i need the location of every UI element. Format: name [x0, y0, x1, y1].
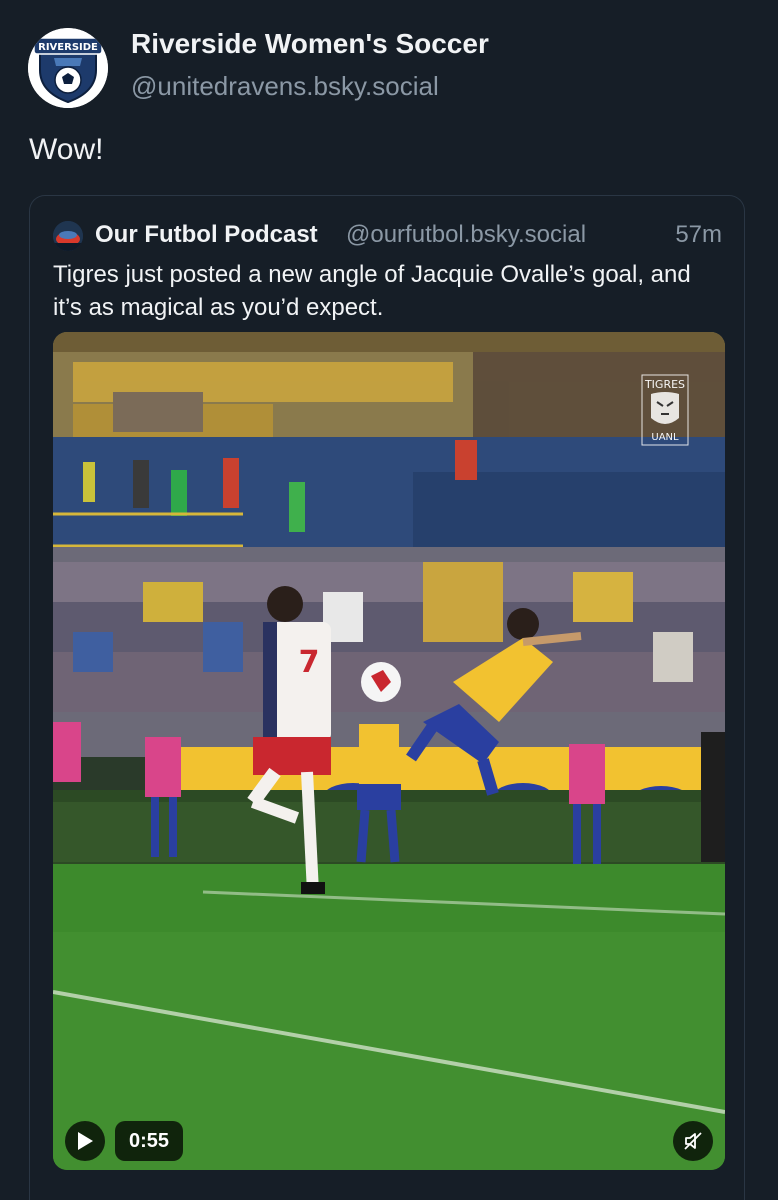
video-duration: 0:55 — [115, 1121, 184, 1161]
author-handle[interactable]: @unitedravens.bsky.social — [131, 71, 439, 102]
quote-author-name[interactable]: Our Futbol Podcast — [95, 221, 318, 249]
video-frame-soccer-scene: 7 — [53, 332, 725, 1170]
author-avatar[interactable]: RIVERSIDE — [28, 28, 108, 108]
quoted-post-card[interactable]: Our Futbol Podcast @ourfutbol.bsky.socia… — [29, 195, 745, 1200]
svg-text:TIGRES: TIGRES — [644, 378, 685, 391]
quote-text: Tigres just posted a new angle of Jacqui… — [53, 261, 691, 321]
tigres-logo-icon: TIGRES UANL — [641, 374, 689, 446]
bluesky-post: RIVERSIDE Riverside Women's Soccer @unit… — [0, 0, 778, 1200]
tigres-uanl-watermark: TIGRES UANL — [641, 374, 689, 446]
video-player[interactable]: 7 TIGRES UANL 0:55 — [53, 332, 725, 1170]
play-button[interactable] — [65, 1121, 105, 1161]
mute-toggle-button[interactable] — [673, 1121, 713, 1161]
quote-timestamp[interactable]: 57m — [675, 221, 722, 249]
post-text: Wow! — [29, 133, 104, 166]
riverside-crest-logo: RIVERSIDE — [28, 28, 108, 108]
quote-author-avatar[interactable] — [53, 221, 83, 251]
podcast-avatar-image — [53, 221, 83, 251]
quote-author-handle[interactable]: @ourfutbol.bsky.social — [346, 221, 586, 249]
speaker-muted-icon — [684, 1132, 702, 1150]
author-display-name[interactable]: Riverside Women's Soccer — [131, 28, 489, 60]
svg-text:RIVERSIDE: RIVERSIDE — [38, 42, 98, 53]
play-icon — [78, 1132, 93, 1150]
jersey-number: 7 — [299, 645, 320, 680]
svg-text:UANL: UANL — [651, 432, 679, 443]
